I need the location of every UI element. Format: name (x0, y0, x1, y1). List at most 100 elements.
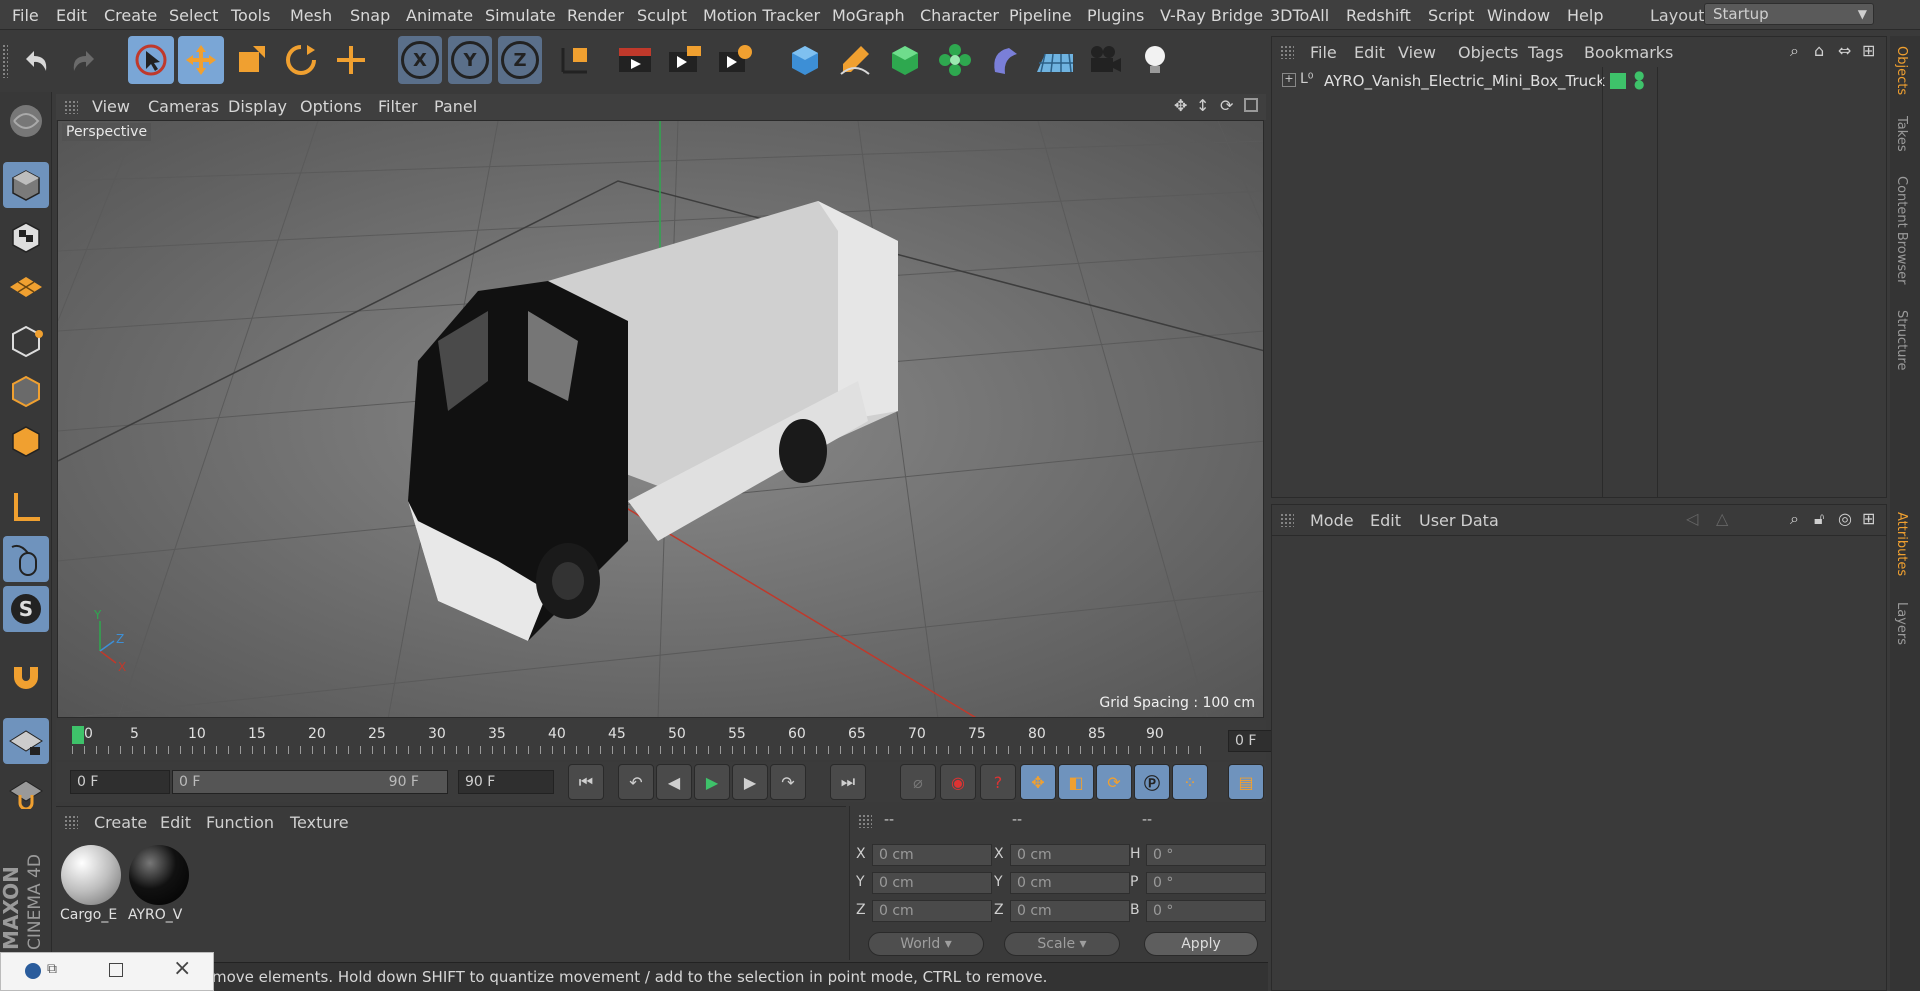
viewport-menu-options[interactable]: Options (300, 97, 362, 116)
render-picture-viewer-button[interactable] (662, 36, 708, 84)
scale-tool-button[interactable] (228, 36, 274, 84)
coordinates-grip[interactable] (858, 814, 872, 828)
timeline-playhead[interactable] (72, 726, 84, 744)
menu-render[interactable]: Render (567, 6, 624, 25)
object-menu-file[interactable]: File (1310, 43, 1337, 62)
menu-motion-tracker[interactable]: Motion Tracker (703, 6, 820, 25)
workplane-mode-button[interactable] (3, 262, 49, 308)
menu-simulate[interactable]: Simulate (485, 6, 556, 25)
autokey-button[interactable]: ◉ (940, 764, 976, 800)
menu-vray-bridge[interactable]: V-Ray Bridge (1160, 6, 1263, 25)
axis-y-button[interactable]: Y (448, 36, 492, 84)
target-icon[interactable]: ◎ (1838, 509, 1852, 528)
menu-redshift[interactable]: Redshift (1346, 6, 1411, 25)
tab-objects[interactable]: Objects (1894, 46, 1909, 95)
object-menu-objects[interactable]: Objects (1458, 43, 1518, 62)
add-light-button[interactable] (1132, 36, 1178, 84)
key-position-button[interactable]: ✥ (1020, 764, 1056, 800)
object-menu-view[interactable]: View (1398, 43, 1436, 62)
next-frame-button[interactable]: ▶ (732, 764, 768, 800)
menu-3dtoall[interactable]: 3DToAll (1270, 6, 1329, 25)
search-icon[interactable]: ⌕ (1790, 41, 1799, 61)
new-window-icon[interactable]: ⊞ (1862, 41, 1875, 60)
viewport-menu-filter[interactable]: Filter (378, 97, 418, 116)
maximize-icon[interactable] (109, 963, 123, 977)
material-menu-texture[interactable]: Texture (290, 813, 349, 832)
layout-select[interactable]: Startup ▼ (1704, 3, 1874, 25)
rotation-h-field[interactable]: 0 ° (1146, 844, 1266, 866)
add-spline-pen-button[interactable] (832, 36, 878, 84)
previous-frame-button[interactable]: ◀ (656, 764, 692, 800)
new-window-icon[interactable]: ⊞ (1862, 509, 1875, 528)
live-selection-button[interactable] (128, 36, 174, 84)
menu-mesh[interactable]: Mesh (290, 6, 332, 25)
viewport-maximize-icon[interactable] (1244, 98, 1258, 112)
object-menu-bookmarks[interactable]: Bookmarks (1584, 43, 1673, 62)
render-settings-button[interactable] (712, 36, 758, 84)
rotation-b-field[interactable]: 0 ° (1146, 900, 1266, 922)
next-key-button[interactable]: ↷ (770, 764, 806, 800)
menu-character[interactable]: Character (920, 6, 999, 25)
model-mode-button[interactable] (3, 162, 49, 208)
polygons-mode-button[interactable] (3, 418, 49, 464)
viewport-grip[interactable] (64, 100, 78, 114)
material-menu-create[interactable]: Create (94, 813, 147, 832)
coordinate-mode-select[interactable]: World ▾ (868, 932, 984, 956)
menu-file[interactable]: File (12, 6, 39, 25)
add-cloner-button[interactable] (932, 36, 978, 84)
menu-window[interactable]: Window (1487, 6, 1550, 25)
key-rotation-button[interactable]: ⟳ (1096, 764, 1132, 800)
link-icon[interactable]: ⇔ (1838, 41, 1851, 60)
size-mode-select[interactable]: Scale ▾ (1004, 932, 1120, 956)
render-view-button[interactable] (612, 36, 658, 84)
redo-button[interactable] (62, 36, 108, 84)
attribute-grip[interactable] (1280, 513, 1294, 527)
recent-tool-button[interactable] (328, 36, 374, 84)
menu-snap[interactable]: Snap (350, 6, 390, 25)
menu-pipeline[interactable]: Pipeline (1009, 6, 1072, 25)
viewport-menu-view[interactable]: View (92, 97, 130, 116)
object-menu-edit[interactable]: Edit (1354, 43, 1385, 62)
expand-icon[interactable]: + (1282, 73, 1296, 87)
position-z-field[interactable]: 0 cm (872, 900, 992, 922)
material-menu-function[interactable]: Function (206, 813, 274, 832)
timeline-ruler[interactable]: 0 5 10 15 20 25 30 35 40 45 50 55 60 65 … (56, 720, 1318, 760)
material-grip[interactable] (64, 815, 78, 829)
add-deformer-button[interactable] (982, 36, 1028, 84)
position-y-field[interactable]: 0 cm (872, 872, 992, 894)
snap-button[interactable] (3, 652, 49, 698)
add-subdivision-button[interactable] (882, 36, 928, 84)
add-floor-button[interactable] (1032, 36, 1078, 84)
rotate-tool-button[interactable] (278, 36, 324, 84)
go-to-end-button[interactable]: ⏭ (830, 764, 866, 800)
menu-tools[interactable]: Tools (231, 6, 270, 25)
previous-key-button[interactable]: ↶ (618, 764, 654, 800)
perspective-viewport[interactable]: Y X Z Perspective Grid Spacing : 100 cm (57, 120, 1264, 718)
restore-icon[interactable]: ⧉ (47, 961, 57, 977)
attribute-menu-user-data[interactable]: User Data (1419, 511, 1499, 530)
menu-script[interactable]: Script (1428, 6, 1474, 25)
object-name[interactable]: AYRO_Vanish_Electric_Mini_Box_Truck (1324, 72, 1605, 90)
back-arrow-icon[interactable]: ◁ (1686, 509, 1698, 528)
keyframe-selection-button[interactable]: ? (980, 764, 1016, 800)
menu-help[interactable]: Help (1567, 6, 1603, 25)
menu-mograph[interactable]: MoGraph (832, 6, 905, 25)
viewport-zoom-icon[interactable]: ↕ (1196, 96, 1209, 115)
size-x-field[interactable]: 0 cm (1010, 844, 1130, 866)
coordinate-system-button[interactable] (552, 36, 598, 84)
play-button[interactable]: ▶ (694, 764, 730, 800)
tab-takes[interactable]: Takes (1894, 116, 1909, 152)
home-icon[interactable]: ⌂ (1814, 41, 1824, 60)
move-tool-button[interactable] (178, 36, 224, 84)
material-swatch[interactable]: AYRO_V (128, 845, 190, 925)
material-swatch[interactable]: Cargo_E (60, 845, 122, 925)
solo-mode-button[interactable]: S (3, 586, 49, 632)
tweak-mode-button[interactable] (3, 536, 49, 582)
key-parameter-button[interactable]: Ⓟ (1134, 764, 1170, 800)
timeline-window-button[interactable]: ▤ (1228, 764, 1264, 800)
viewport-pan-icon[interactable]: ✥ (1174, 96, 1187, 115)
tab-structure[interactable]: Structure (1894, 310, 1909, 370)
viewport-menu-display[interactable]: Display (228, 97, 287, 116)
key-scale-button[interactable]: ◧ (1058, 764, 1094, 800)
viewport-menu-cameras[interactable]: Cameras (148, 97, 219, 116)
